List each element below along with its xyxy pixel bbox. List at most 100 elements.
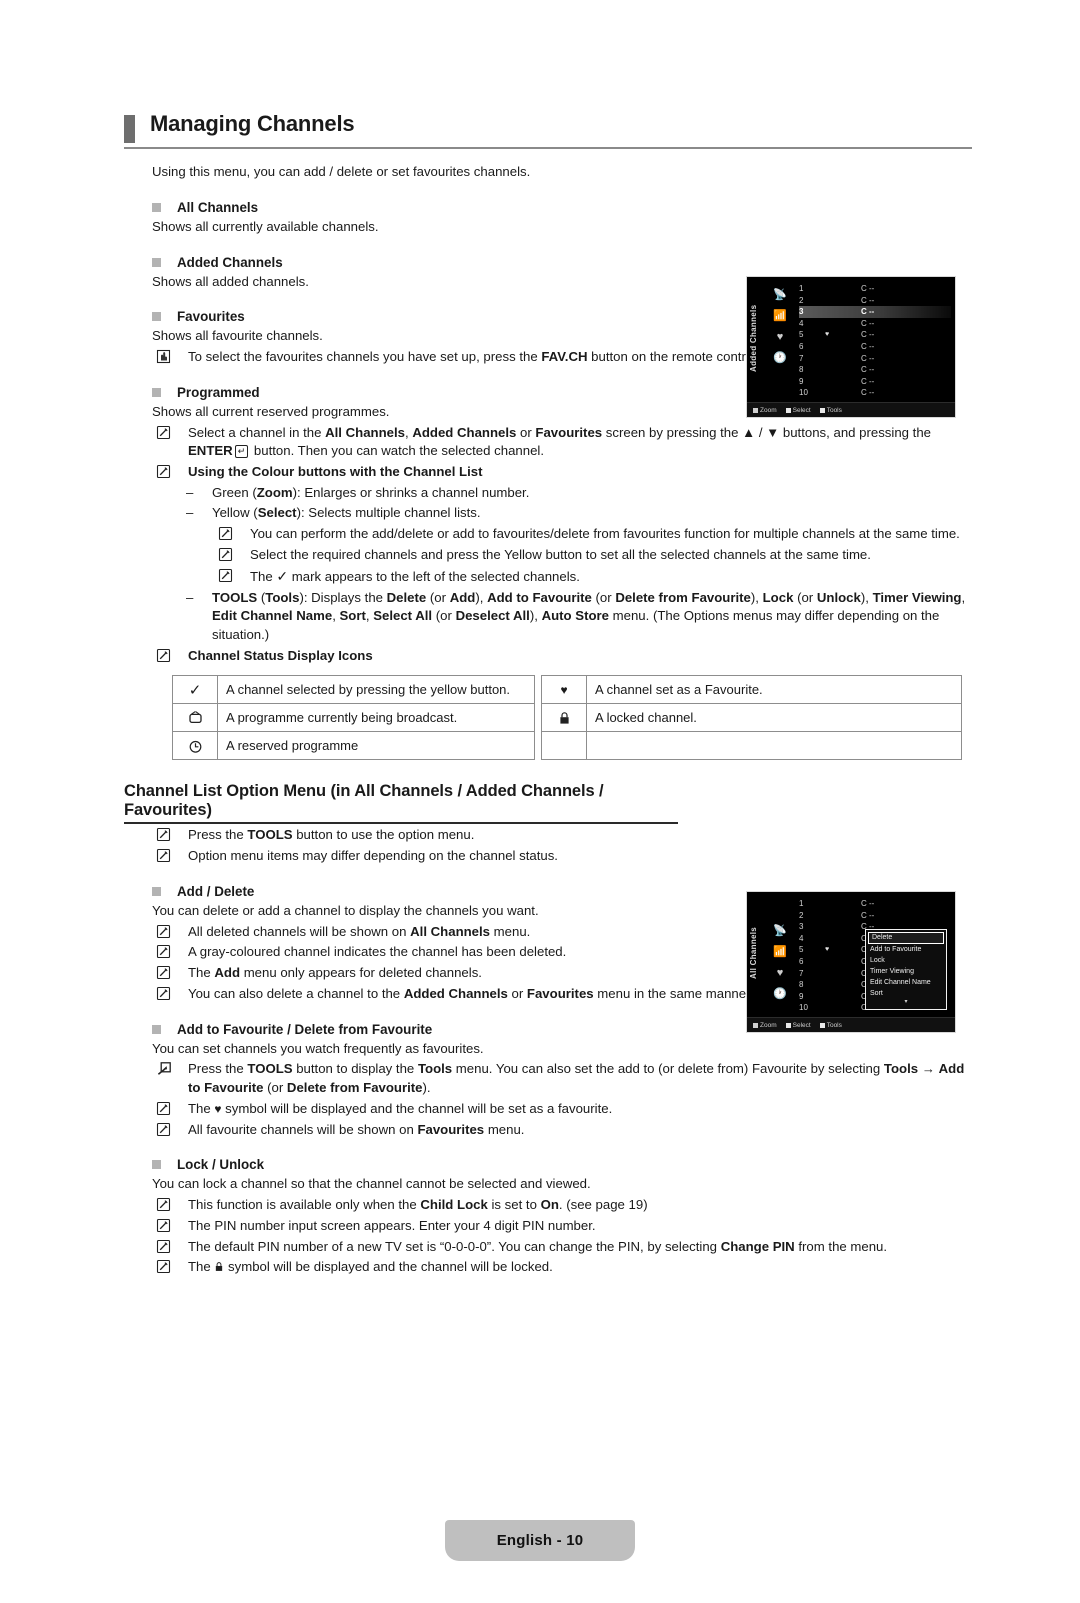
channel-number: 9 [799,376,804,386]
channel-number: 1 [799,899,804,908]
menu-item-delete[interactable]: Delete [868,932,944,944]
pencil-note-icon [156,648,176,665]
pencil-note-icon [218,547,238,564]
note-yellow-2: Select the required channels and press t… [214,546,972,565]
channel-number: 7 [799,968,804,978]
note-text: You can perform the add/delete or add to… [250,526,960,542]
note-text: You can also delete a channel to the Add… [188,985,754,1001]
menu-item-timer-viewing[interactable]: Timer Viewing [866,966,946,977]
heading-text: Favourites [177,309,245,325]
heart-icon: ♥ [541,675,587,705]
note-yellow-1: You can perform the add/delete or add to… [214,525,972,544]
tv-channel-row: 1 C -- [799,283,951,295]
channel-code: C -- [861,307,875,317]
dash-text: TOOLS (Tools): Displays the Delete (or A… [212,589,966,643]
bullet-square-icon [152,1160,161,1170]
menu-item-add-to-favourite[interactable]: Add to Favourite [866,944,946,955]
tv-sidebar-label: All Channels [749,926,758,980]
table-cell-desc: A channel selected by pressing the yello… [217,675,535,705]
channel-number: 7 [799,353,804,363]
note-text: Channel Status Display Icons [188,647,373,663]
note-add-delete-4: You can also delete a channel to the Add… [152,985,788,1004]
pencil-note-icon [156,924,176,941]
menu-item-sort[interactable]: Sort [866,988,946,999]
tools-button-chip [819,1022,825,1028]
note-text: Option menu items may differ depending o… [188,848,558,864]
menu-item-lock[interactable]: Lock [866,955,946,966]
heading-text: Added Channels [177,254,283,270]
note-text: Press the TOOLS button to use the option… [188,827,475,843]
tv-channel-row: 6 C -- [799,341,951,353]
dash-marker: – [186,484,194,500]
body-all-channels: Shows all currently available channels. [152,218,379,234]
note-lock-1: This function is available only when the… [152,1196,972,1215]
document-page: Managing Channels Using this menu, you c… [0,111,1080,1603]
note-status-icons-heading: Channel Status Display Icons [152,647,972,666]
footbar-select: Select [785,1022,811,1029]
bullet-square-icon [152,257,161,267]
antenna-icon [767,900,793,921]
pencil-note-icon [156,944,176,961]
table-cell-desc: A programme currently being broadcast. [217,703,535,733]
tools-popup-menu[interactable]: Delete Add to Favourite Lock Timer Viewi… [865,929,947,1010]
footbar-tools: Tools [819,1022,842,1029]
heading-all-channels: All Channels [152,198,972,217]
footbar-tools: Tools [819,407,842,414]
pencil-note-icon [156,1239,176,1256]
tv-footer-bar: Zoom Select Tools [747,1017,955,1032]
note-add-delete-1: All deleted channels will be shown on Al… [152,923,788,942]
pencil-note-icon [156,827,176,844]
table-row: ✓ A channel selected by pressing the yel… [172,675,962,705]
dash-text: Green (Zoom): Enlarges or shrinks a chan… [212,484,530,500]
tv-channel-row: 1 C -- [799,898,951,910]
channel-number: 9 [799,991,804,1001]
channel-number: 5 [799,945,804,955]
tv-channel-list: 1 C -- 2 C -- 3 C -- 4 C -- 5 ♥ C -- 6 C -- 7 C … [799,283,951,399]
bullet-square-icon [152,886,161,896]
note-select-channel: Select a channel in the All Channels, Ad… [152,424,972,461]
table-cell-desc: A reserved programme [217,731,535,761]
note-lock-4: The symbol will be displayed and the cha… [152,1258,972,1279]
tv-channel-row: 9 C -- [799,376,951,388]
page-title: Managing Channels [150,111,355,136]
title-accent-bar [124,115,135,143]
channel-number: 2 [799,295,804,305]
table-cell-empty [541,731,587,761]
dash-text: Yellow (Select): Selects multiple channe… [212,505,481,521]
note-text: Press the TOOLS button to display the To… [188,1061,965,1096]
pencil-note-icon [156,1197,176,1214]
lock-icon [541,703,587,733]
note-favourite-menu: All favourite channels will be shown on … [152,1121,972,1140]
menu-item-edit-channel-name[interactable]: Edit Channel Name [866,977,946,988]
note-text: The PIN number input screen appears. Ent… [188,1217,596,1233]
dash-green-zoom: – Green (Zoom): Enlarges or shrinks a ch… [182,484,972,503]
pencil-note-icon [156,464,176,481]
tv-screenshot-all-channels: All Channels 📡 📶 ♥ 🕐 1 C -- 2 C -- 3 C -- 4… [746,891,956,1033]
fav-mark: ♥ [825,946,830,954]
note-text: The Add menu only appears for deleted ch… [188,965,482,981]
note-text: To select the favourites channels you ha… [188,349,760,365]
body-lock-unlock: You can lock a channel so that the chann… [152,1176,591,1192]
channel-number: 8 [799,365,804,375]
tools-shortcut-icon [156,1061,176,1078]
note-text: The ✓ mark appears to the left of the se… [250,567,580,584]
bullet-square-icon [152,312,161,322]
table-gap [535,704,542,732]
note-colour-buttons-heading: Using the Colour buttons with the Channe… [152,463,972,482]
channel-code: C -- [861,365,875,375]
tv-channel-row: 2 C -- [799,910,951,922]
page-number-badge: English - 10 [444,1520,636,1561]
tv-sidebar-label: Added Channels [749,304,758,372]
note-favourite-tools: Press the TOOLS button to display the To… [152,1060,972,1097]
heart-icon: ♥ [776,331,784,343]
footbar-zoom: Zoom [753,1022,777,1029]
menu-more-indicator[interactable]: ▾ [866,999,946,1005]
note-text: A gray-coloured channel indicates the ch… [188,944,567,960]
table-gap [535,732,542,760]
broadcast-icon: 📶 [773,946,787,958]
table-row: A programme currently being broadcast. A… [172,703,962,733]
channel-number: 10 [799,1003,808,1013]
tv-channel-row: 8 C -- [799,364,951,376]
tv-icon-column: 📡 📶 ♥ 🕐 [767,900,793,1005]
clock-icon: 🕐 [773,352,787,364]
